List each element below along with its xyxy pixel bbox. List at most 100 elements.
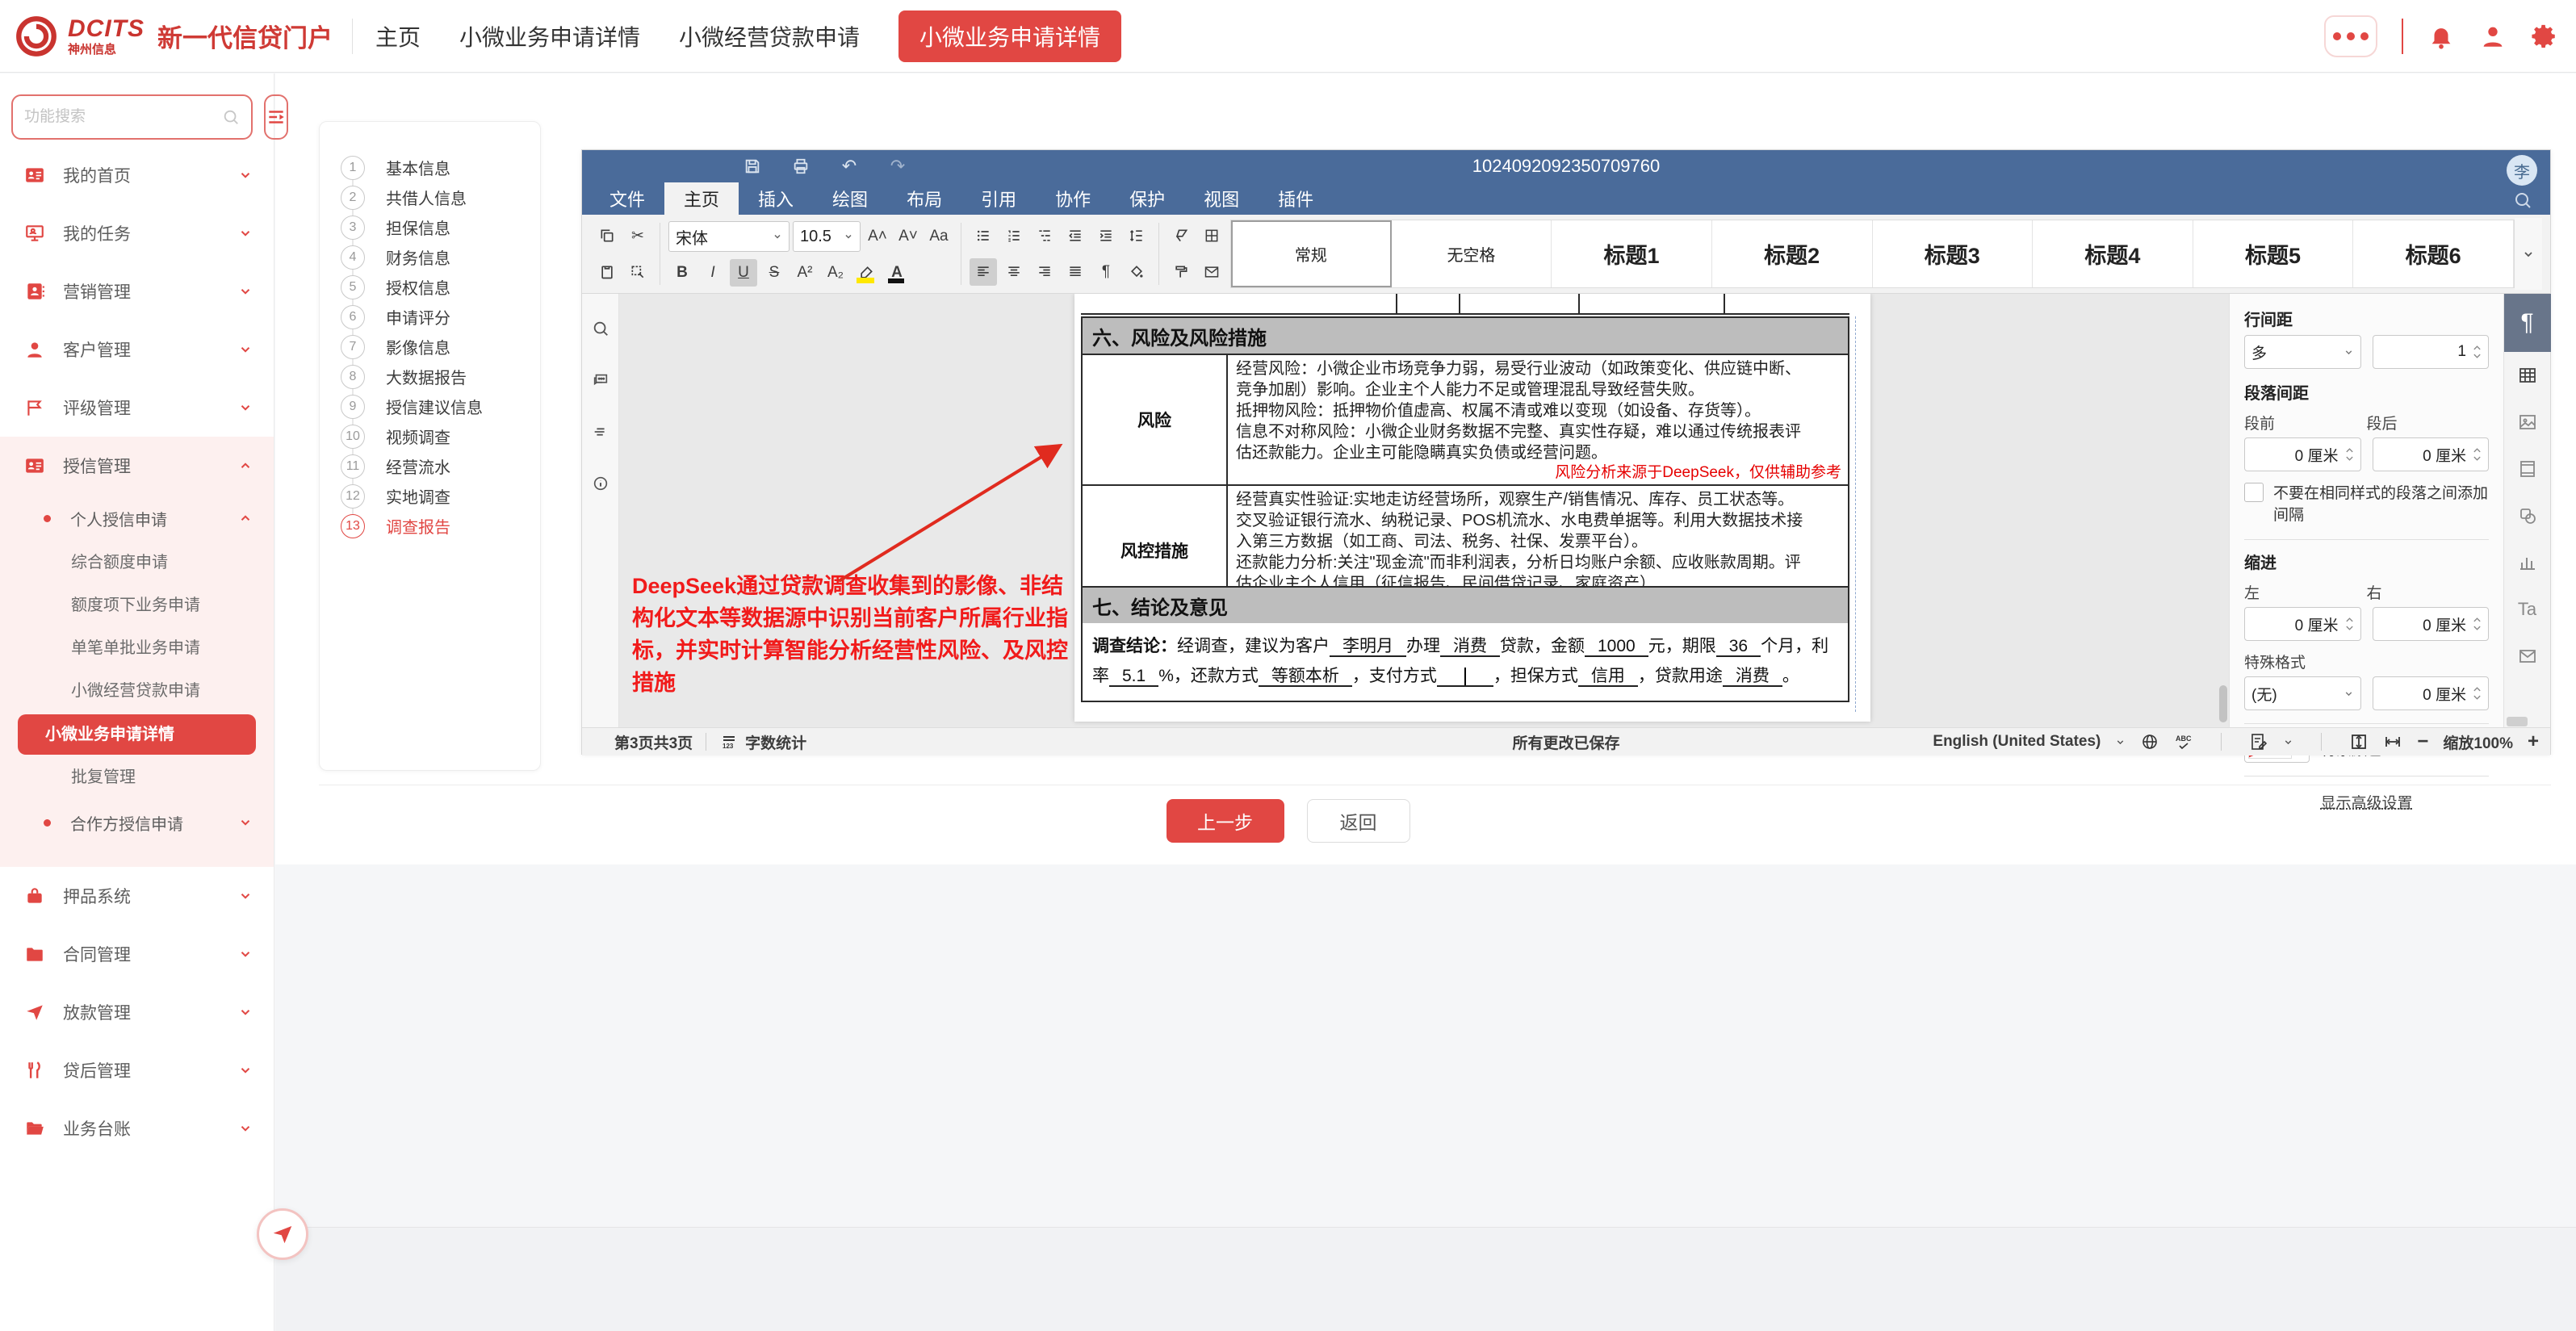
sidebar-item[interactable]: 贷后管理 xyxy=(0,1041,274,1099)
sidebar-collapse-button[interactable] xyxy=(264,94,288,140)
paragraph-icon[interactable]: ¶ xyxy=(2504,294,2551,352)
subscript-icon[interactable]: A₂ xyxy=(822,259,849,287)
search-icon[interactable] xyxy=(592,320,609,337)
select-icon[interactable] xyxy=(624,258,651,286)
page-count[interactable]: 第3页共3页 xyxy=(614,731,693,753)
editor-menu-7[interactable]: 保护 xyxy=(1110,182,1184,215)
conclusion-blank[interactable]: 1000 xyxy=(1585,637,1648,657)
sidebar-item[interactable]: 放款管理 xyxy=(0,983,274,1041)
scrollbar-thumb[interactable] xyxy=(2507,717,2528,726)
fit-width-icon[interactable] xyxy=(2383,732,2402,751)
vertical-scrollbar[interactable] xyxy=(2218,294,2227,727)
language-selector[interactable]: English (United States) xyxy=(1933,733,2101,751)
chart-icon[interactable] xyxy=(2504,539,2551,586)
justify-icon[interactable] xyxy=(1062,258,1089,286)
text-art-icon[interactable]: Ta xyxy=(2504,586,2551,633)
indent-right-input[interactable]: 0 厘米 xyxy=(2373,607,2490,641)
sidebar-item-leaf[interactable]: 单笔单批业务申请 xyxy=(0,627,274,670)
fit-page-icon[interactable] xyxy=(2349,732,2369,751)
zoom-in-button[interactable]: + xyxy=(2528,730,2539,753)
style-chip[interactable]: 标题1 xyxy=(1552,220,1712,287)
pilcrow-icon[interactable]: ¶ xyxy=(1092,258,1120,286)
sidebar-item[interactable]: 客户管理 xyxy=(0,320,274,379)
copy-icon[interactable] xyxy=(593,222,621,249)
special-format-value[interactable]: 0 厘米 xyxy=(2373,676,2490,710)
style-chip[interactable]: 标题3 xyxy=(1873,220,2034,287)
previous-step-button[interactable]: 上一步 xyxy=(1167,799,1284,843)
back-button[interactable]: 返回 xyxy=(1307,799,1410,843)
step-item-4[interactable]: 4财务信息 xyxy=(341,242,540,272)
step-item-2[interactable]: 2共借人信息 xyxy=(341,182,540,212)
step-item-3[interactable]: 3担保信息 xyxy=(341,212,540,242)
sidebar-item-leaf[interactable]: 小微经营贷款申请 xyxy=(0,670,274,713)
tab-active-3[interactable]: 小微业务申请详情 xyxy=(898,10,1121,62)
chevron-down-icon[interactable] xyxy=(2283,737,2293,747)
font-color-icon[interactable]: A xyxy=(883,259,911,287)
undo-icon[interactable]: ↶ xyxy=(840,157,858,175)
chevron-down-icon[interactable] xyxy=(2115,737,2126,747)
step-item-9[interactable]: 9授信建议信息 xyxy=(341,391,540,421)
save-icon[interactable] xyxy=(743,157,761,175)
align-left-icon[interactable] xyxy=(970,258,997,286)
sidebar-item[interactable]: 押品系统 xyxy=(0,867,274,925)
sidebar-item-leaf[interactable]: 额度项下业务申请 xyxy=(0,584,274,627)
mail-merge-icon[interactable] xyxy=(2504,633,2551,680)
step-item-10[interactable]: 10视频调查 xyxy=(341,421,540,451)
sidebar-item[interactable]: 我的任务 xyxy=(0,204,274,262)
font-shrink-icon[interactable]: A˅ xyxy=(894,223,922,250)
cut-icon[interactable]: ✂ xyxy=(624,222,651,249)
print-icon[interactable] xyxy=(792,157,810,175)
line-spacing-value[interactable]: 1 xyxy=(2373,335,2490,369)
style-chip[interactable]: 常规 xyxy=(1231,220,1392,287)
font-size-select[interactable]: 10.5 xyxy=(793,221,861,252)
step-item-6[interactable]: 6申请评分 xyxy=(341,302,540,332)
outdent-icon[interactable] xyxy=(1062,222,1089,249)
editor-menu-0[interactable]: 文件 xyxy=(590,182,664,215)
zoom-out-button[interactable]: − xyxy=(2417,730,2428,753)
sidebar-item-leaf[interactable]: 批复管理 xyxy=(0,756,274,799)
user-icon[interactable] xyxy=(2479,23,2507,50)
word-count[interactable]: 字数统计 xyxy=(745,731,806,753)
style-chip[interactable]: 标题2 xyxy=(1712,220,1873,287)
underline-icon[interactable]: U xyxy=(730,259,757,287)
clear-format-icon[interactable] xyxy=(1167,222,1195,249)
sidebar-item[interactable]: 我的首页 xyxy=(0,146,274,204)
step-item-13[interactable]: 13调查报告 xyxy=(341,511,540,541)
style-chip[interactable]: 标题5 xyxy=(2193,220,2354,287)
multilevel-list-icon[interactable] xyxy=(1031,222,1058,249)
indent-left-input[interactable]: 0 厘米 xyxy=(2244,607,2361,641)
editor-menu-3[interactable]: 绘图 xyxy=(813,182,887,215)
conclusion-blank[interactable]: 李明月 xyxy=(1330,637,1406,657)
sidebar-item[interactable]: 授信管理 xyxy=(0,437,274,495)
indent-icon[interactable] xyxy=(1092,222,1120,249)
change-case-icon[interactable]: Aa xyxy=(925,223,953,250)
styles-more-button[interactable] xyxy=(2515,218,2542,290)
editor-menu-5[interactable]: 引用 xyxy=(961,182,1036,215)
sidebar-item-active[interactable]: 小微业务申请详情 xyxy=(18,714,256,755)
format-painter-icon[interactable] xyxy=(1167,258,1195,286)
bold-icon[interactable]: B xyxy=(668,259,696,287)
globe-icon[interactable] xyxy=(2140,732,2159,751)
conclusion-blank[interactable] xyxy=(1437,667,1493,687)
align-center-icon[interactable] xyxy=(1000,258,1028,286)
step-item-1[interactable]: 1基本信息 xyxy=(341,153,540,182)
conclusion-blank[interactable]: 5.1 xyxy=(1109,667,1158,687)
editor-menu-2[interactable]: 插入 xyxy=(739,182,813,215)
search-input[interactable] xyxy=(24,108,222,126)
more-ellipsis-icon[interactable] xyxy=(2324,15,2377,57)
sidebar-subitem[interactable]: 合作方授信申请 xyxy=(0,799,274,846)
style-chip[interactable]: 标题6 xyxy=(2353,220,2514,287)
step-item-8[interactable]: 8大数据报告 xyxy=(341,362,540,391)
navigation-icon[interactable] xyxy=(592,423,609,441)
same-style-checkbox[interactable] xyxy=(2244,483,2264,502)
highlight-icon[interactable] xyxy=(852,259,880,287)
sidebar-item[interactable]: 营销管理 xyxy=(0,262,274,320)
editor-menu-6[interactable]: 协作 xyxy=(1036,182,1110,215)
paste-icon[interactable] xyxy=(593,258,621,286)
step-item-12[interactable]: 12实地调查 xyxy=(341,481,540,511)
conclusion-blank[interactable]: 信用 xyxy=(1578,667,1638,687)
zoom-level[interactable]: 缩放100% xyxy=(2443,731,2513,753)
about-icon[interactable] xyxy=(592,475,609,492)
conclusion-blank[interactable]: 消费 xyxy=(1440,637,1500,657)
header-footer-icon[interactable] xyxy=(2504,446,2551,492)
